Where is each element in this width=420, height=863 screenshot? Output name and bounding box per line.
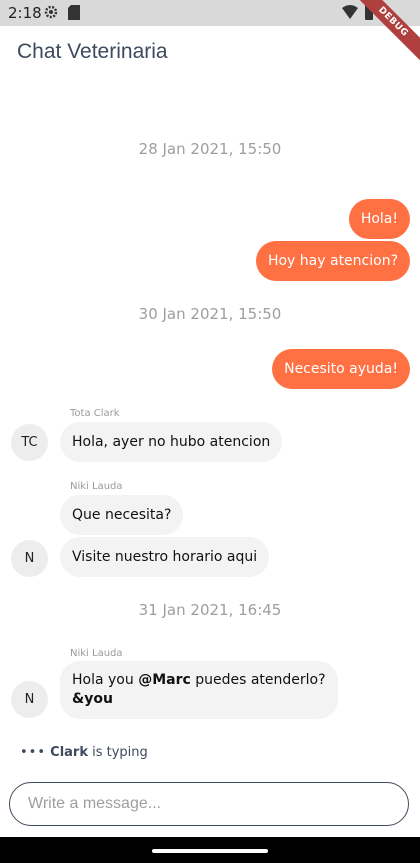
mention[interactable]: @Marc — [138, 672, 191, 688]
sender-name: Niki Lauda — [70, 481, 123, 492]
mention[interactable]: &you — [72, 691, 113, 707]
home-handle[interactable] — [152, 849, 268, 853]
outgoing-message[interactable]: Hola! — [348, 199, 410, 239]
outgoing-message[interactable]: Hoy hay atencion? — [255, 241, 410, 281]
status-time: 2:18 — [8, 4, 42, 22]
sender-name: Niki Lauda — [70, 648, 123, 659]
avatar[interactable]: N — [11, 540, 48, 577]
wifi-icon — [342, 5, 358, 19]
status-bar: 2:18 — [0, 0, 420, 26]
typing-dots-icon: ••• — [20, 745, 47, 760]
typing-text: is typing — [87, 745, 148, 760]
outgoing-message[interactable]: Necesito ayuda! — [272, 349, 410, 389]
avatar[interactable]: N — [11, 681, 48, 718]
message-input[interactable]: Write a message... — [9, 782, 409, 826]
app-title: Chat Veterinaria — [17, 40, 168, 63]
message-text: Hola you — [72, 672, 139, 688]
incoming-message[interactable]: Que necesita? — [60, 495, 184, 535]
message-text: puedes atenderlo? — [190, 672, 326, 688]
sender-name: Tota Clark — [70, 408, 120, 419]
incoming-message[interactable]: Visite nuestro horario aqui — [60, 537, 270, 577]
date-separator: 28 Jan 2021, 15:50 — [138, 140, 282, 158]
typing-indicator: ••• Clark is typing — [20, 745, 148, 760]
incoming-message[interactable]: Hola, ayer no hubo atencion — [60, 422, 283, 462]
date-separator: 30 Jan 2021, 15:50 — [138, 305, 282, 323]
sd-card-icon — [68, 5, 80, 20]
avatar[interactable]: TC — [11, 424, 48, 461]
typing-user: Clark — [50, 745, 88, 760]
gear-icon — [44, 5, 58, 19]
incoming-message[interactable]: Hola you @Marc puedes atenderlo? &you — [60, 661, 338, 719]
date-separator: 31 Jan 2021, 16:45 — [138, 601, 282, 619]
